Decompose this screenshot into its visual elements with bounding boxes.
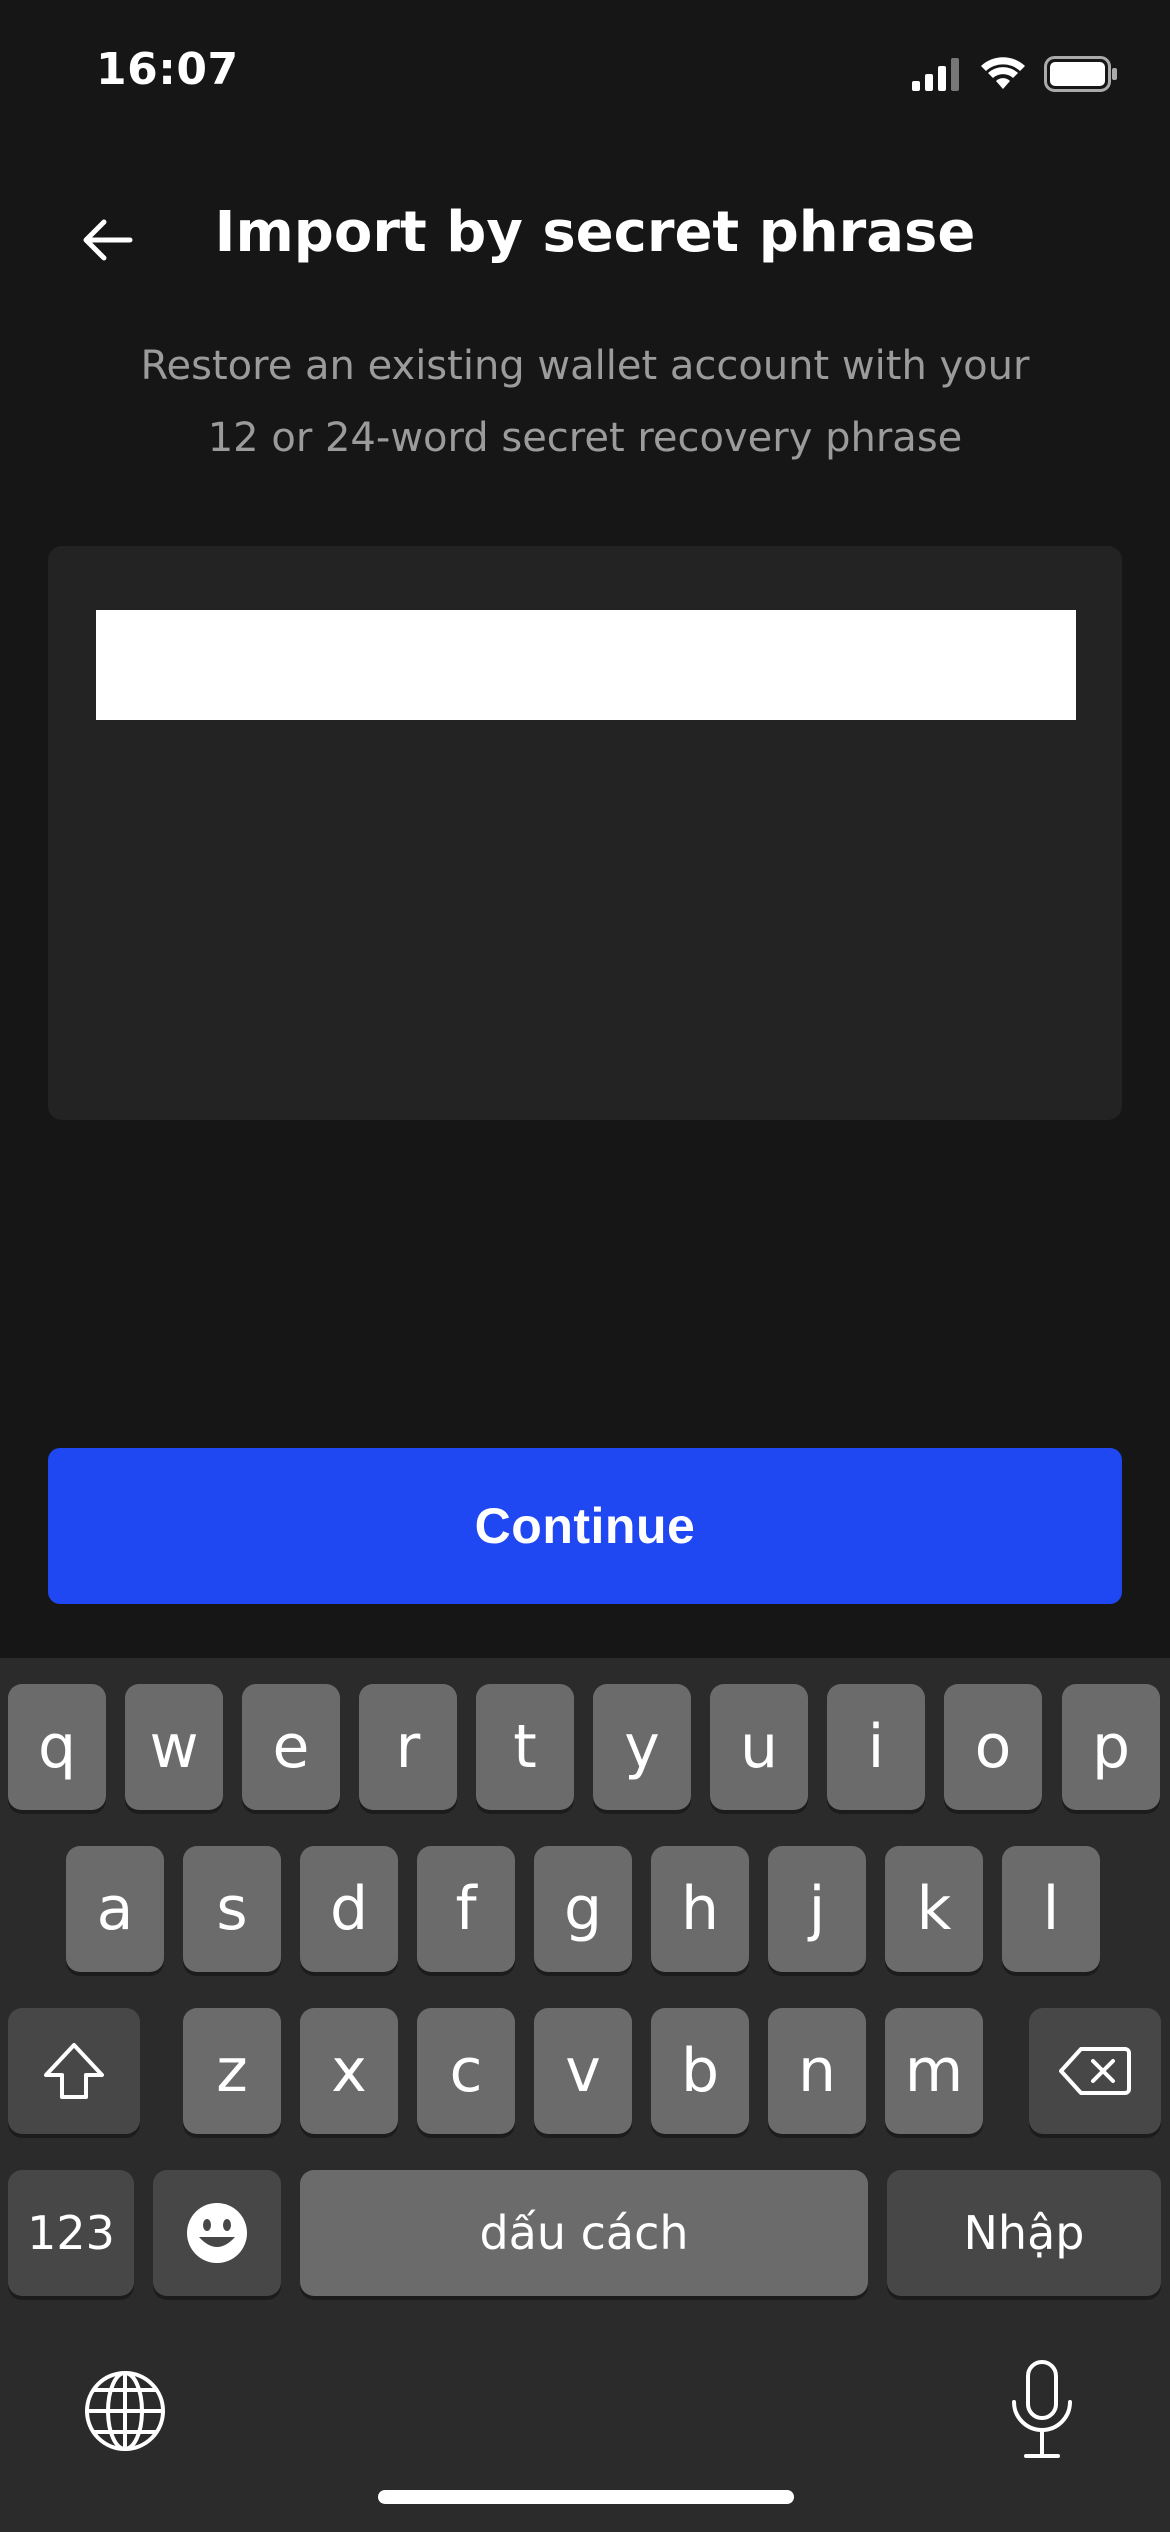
key-n[interactable]: n <box>768 2008 866 2134</box>
key-t[interactable]: t <box>476 1684 574 1810</box>
key-z[interactable]: z <box>183 2008 281 2134</box>
key-w[interactable]: w <box>125 1684 223 1810</box>
key-h[interactable]: h <box>651 1846 749 1972</box>
space-key[interactable]: dấu cách <box>300 2170 868 2296</box>
cellular-signal-icon <box>912 58 959 91</box>
home-indicator <box>378 2490 794 2504</box>
page-subtitle: Restore an existing wallet account with … <box>140 343 1030 461</box>
redaction-overlay <box>96 610 1076 720</box>
numbers-key[interactable]: 123 <box>8 2170 134 2296</box>
key-k[interactable]: k <box>885 1846 983 1972</box>
key-e[interactable]: e <box>242 1684 340 1810</box>
backspace-icon <box>1059 2047 1131 2095</box>
key-q[interactable]: q <box>8 1684 106 1810</box>
globe-button[interactable] <box>80 2366 170 2456</box>
globe-icon <box>85 2371 165 2451</box>
key-g[interactable]: g <box>534 1846 632 1972</box>
key-i[interactable]: i <box>827 1684 925 1810</box>
key-a[interactable]: a <box>66 1846 164 1972</box>
status-icons <box>912 52 1118 96</box>
dictation-button[interactable] <box>1000 2358 1084 2462</box>
key-d[interactable]: d <box>300 1846 398 1972</box>
key-c[interactable]: c <box>417 2008 515 2134</box>
key-b[interactable]: b <box>651 2008 749 2134</box>
microphone-icon <box>1012 2360 1072 2458</box>
emoji-key[interactable] <box>153 2170 281 2296</box>
key-o[interactable]: o <box>944 1684 1042 1810</box>
wifi-icon <box>981 57 1025 89</box>
key-j[interactable]: j <box>768 1846 866 1972</box>
status-time: 16:07 <box>96 44 239 95</box>
continue-button[interactable]: Continue <box>48 1448 1122 1604</box>
key-l[interactable]: l <box>1002 1846 1100 1972</box>
key-p[interactable]: p <box>1062 1684 1160 1810</box>
battery-icon <box>1044 56 1117 92</box>
secret-phrase-text <box>96 574 1076 614</box>
key-x[interactable]: x <box>300 2008 398 2134</box>
import-phrase-screen: 16:07 Import by secret phrase Restore an… <box>0 0 1170 2532</box>
key-v[interactable]: v <box>534 2008 632 2134</box>
key-m[interactable]: m <box>885 2008 983 2134</box>
key-y[interactable]: y <box>593 1684 691 1810</box>
key-f[interactable]: f <box>417 1846 515 1972</box>
key-s[interactable]: s <box>183 1846 281 1972</box>
shift-key[interactable] <box>8 2008 140 2134</box>
key-u[interactable]: u <box>710 1684 808 1810</box>
emoji-icon <box>187 2203 247 2263</box>
on-screen-keyboard: q w e r t y u i o p a s d f g h j k l z … <box>0 1658 1170 2532</box>
return-key[interactable]: Nhập <box>887 2170 1161 2296</box>
page-title: Import by secret phrase <box>214 200 976 265</box>
delete-key[interactable] <box>1029 2008 1161 2134</box>
key-r[interactable]: r <box>359 1684 457 1810</box>
secret-phrase-input[interactable] <box>48 546 1122 1120</box>
shift-icon <box>44 2043 104 2099</box>
